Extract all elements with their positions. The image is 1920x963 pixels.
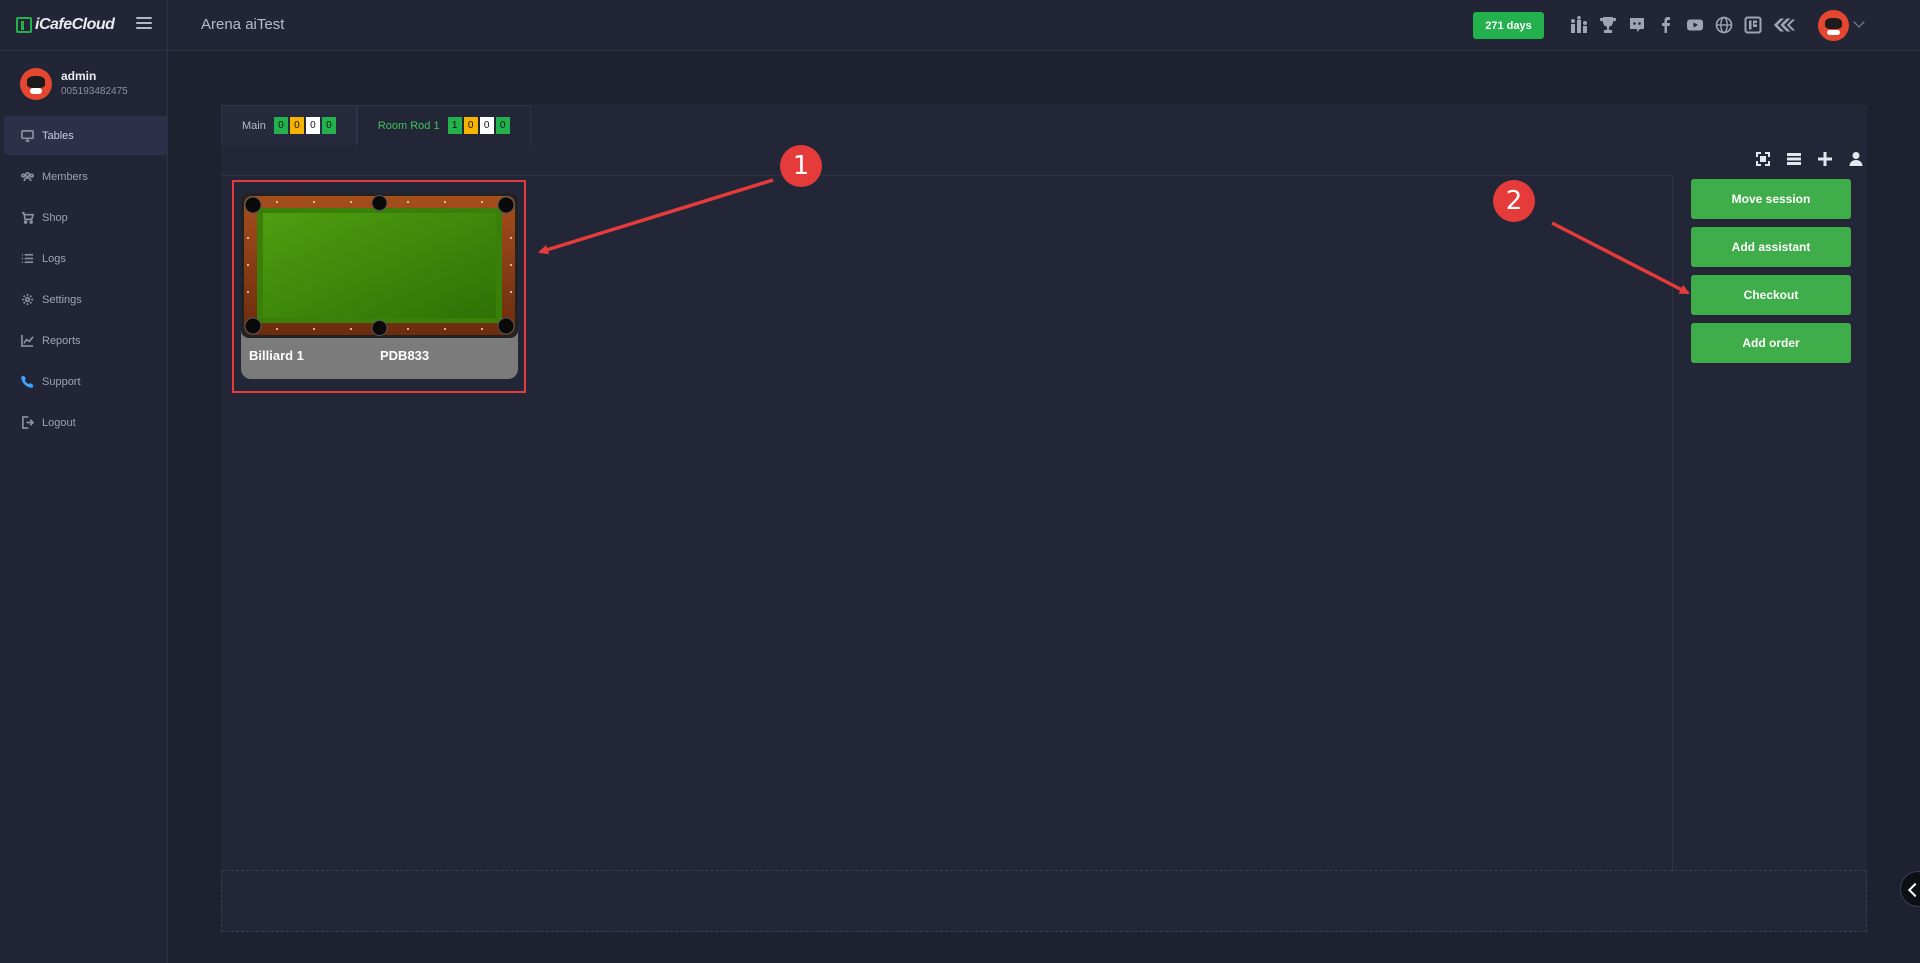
table-name: Billiard 1 (249, 348, 304, 363)
fit-icon[interactable] (1750, 149, 1775, 169)
billiard-table-card[interactable]: Billiard 1 PDB833 (241, 193, 518, 379)
billiard-table-graphic (241, 193, 518, 338)
list-view-icon[interactable] (1781, 149, 1806, 169)
sidebar: admin 005193482475 Tables Members Shop L… (0, 51, 168, 963)
tab-label: Main (242, 119, 266, 132)
sidebar-nav: Tables Members Shop Logs Settings Report… (4, 116, 168, 444)
user-name: admin (61, 69, 97, 83)
counter-badge: 0 (479, 117, 494, 134)
gear-icon (20, 293, 34, 307)
globe-icon[interactable] (1709, 14, 1738, 36)
logo[interactable]: iCafeCloud (16, 16, 115, 34)
sidebar-item-logs[interactable]: Logs (4, 239, 168, 278)
sidebar-item-support[interactable]: Support (4, 362, 168, 401)
trophy-icon[interactable] (1593, 14, 1622, 36)
counter-badge: 0 (463, 117, 478, 134)
sidebar-item-label: Members (42, 170, 88, 183)
move-session-button[interactable]: Move session (1691, 179, 1851, 219)
sidebar-item-label: Logout (42, 416, 76, 429)
brand-icon[interactable] (1767, 14, 1801, 36)
counter-badge: 0 (273, 117, 288, 134)
facebook-icon[interactable] (1651, 14, 1680, 36)
table-code: PDB833 (380, 348, 430, 363)
annotation-marker-2: 2 (1493, 180, 1535, 222)
room-tabs: Main 0 0 0 0 Room Rod 1 1 0 0 0 (221, 105, 531, 145)
tab-counters: 1 0 0 0 (447, 117, 510, 134)
annotation-marker-1: 1 (780, 145, 822, 187)
table-actions: Move session Add assistant Checkout Add … (1691, 179, 1851, 371)
tab-room-rod-1[interactable]: Room Rod 1 1 0 0 0 (356, 105, 531, 145)
sidebar-item-shop[interactable]: Shop (4, 198, 168, 237)
sidebar-item-settings[interactable]: Settings (4, 280, 168, 319)
drop-zone[interactable] (221, 870, 1867, 932)
add-order-button[interactable]: Add order (1691, 323, 1851, 363)
tab-main[interactable]: Main 0 0 0 0 (221, 105, 357, 145)
sidebar-item-members[interactable]: Members (4, 157, 168, 196)
sidebar-item-label: Settings (42, 293, 82, 306)
youtube-icon[interactable] (1680, 14, 1709, 36)
sidebar-item-label: Logs (42, 252, 66, 265)
avatar[interactable] (20, 68, 52, 100)
sidebar-item-label: Reports (42, 334, 81, 347)
logo-text: iCafeCloud (35, 16, 115, 33)
workspace-title: Arena aiTest (201, 16, 285, 33)
discord-icon[interactable] (1622, 14, 1651, 36)
phone-icon (20, 375, 34, 389)
account-avatar[interactable] (1818, 10, 1849, 41)
list-icon (20, 252, 34, 266)
logo-icon (16, 17, 32, 33)
counter-badge: 0 (321, 117, 336, 134)
user-icon[interactable] (1843, 149, 1868, 169)
sidebar-item-reports[interactable]: Reports (4, 321, 168, 360)
counter-badge: 0 (495, 117, 510, 134)
checkout-button[interactable]: Checkout (1691, 275, 1851, 315)
menu-toggle-icon[interactable] (136, 17, 152, 29)
chevron-down-icon[interactable] (1853, 16, 1865, 28)
top-icon-bar (1564, 14, 1801, 36)
top-bar: iCafeCloud Arena aiTest 271 days (0, 0, 1920, 51)
ranking-icon[interactable] (1564, 14, 1593, 36)
logout-icon (20, 416, 34, 430)
tab-counters: 0 0 0 0 (273, 117, 336, 134)
user-id: 005193482475 (61, 86, 128, 97)
counter-badge: 0 (305, 117, 320, 134)
tables-panel: Main 0 0 0 0 Room Rod 1 1 0 0 0 Billiard… (221, 105, 1867, 932)
chart-icon (20, 334, 34, 348)
subscription-days-badge[interactable]: 271 days (1473, 12, 1544, 39)
counter-badge: 1 (447, 117, 462, 134)
sidebar-item-label: Support (42, 375, 81, 388)
sidebar-item-label: Tables (42, 129, 74, 142)
collapse-panel-button[interactable] (1900, 871, 1920, 907)
add-assistant-button[interactable]: Add assistant (1691, 227, 1851, 267)
icafe-icon[interactable] (1738, 14, 1767, 36)
add-icon[interactable] (1812, 149, 1837, 169)
floor-toolbar (1750, 149, 1868, 169)
sidebar-item-tables[interactable]: Tables (4, 116, 168, 155)
sidebar-item-label: Shop (42, 211, 68, 224)
counter-badge: 0 (289, 117, 304, 134)
monitor-icon (20, 129, 34, 143)
cart-icon (20, 211, 34, 225)
logo-area: iCafeCloud (0, 0, 168, 51)
sidebar-item-logout[interactable]: Logout (4, 403, 168, 442)
users-icon (20, 170, 34, 184)
tab-label: Room Rod 1 (377, 119, 440, 132)
